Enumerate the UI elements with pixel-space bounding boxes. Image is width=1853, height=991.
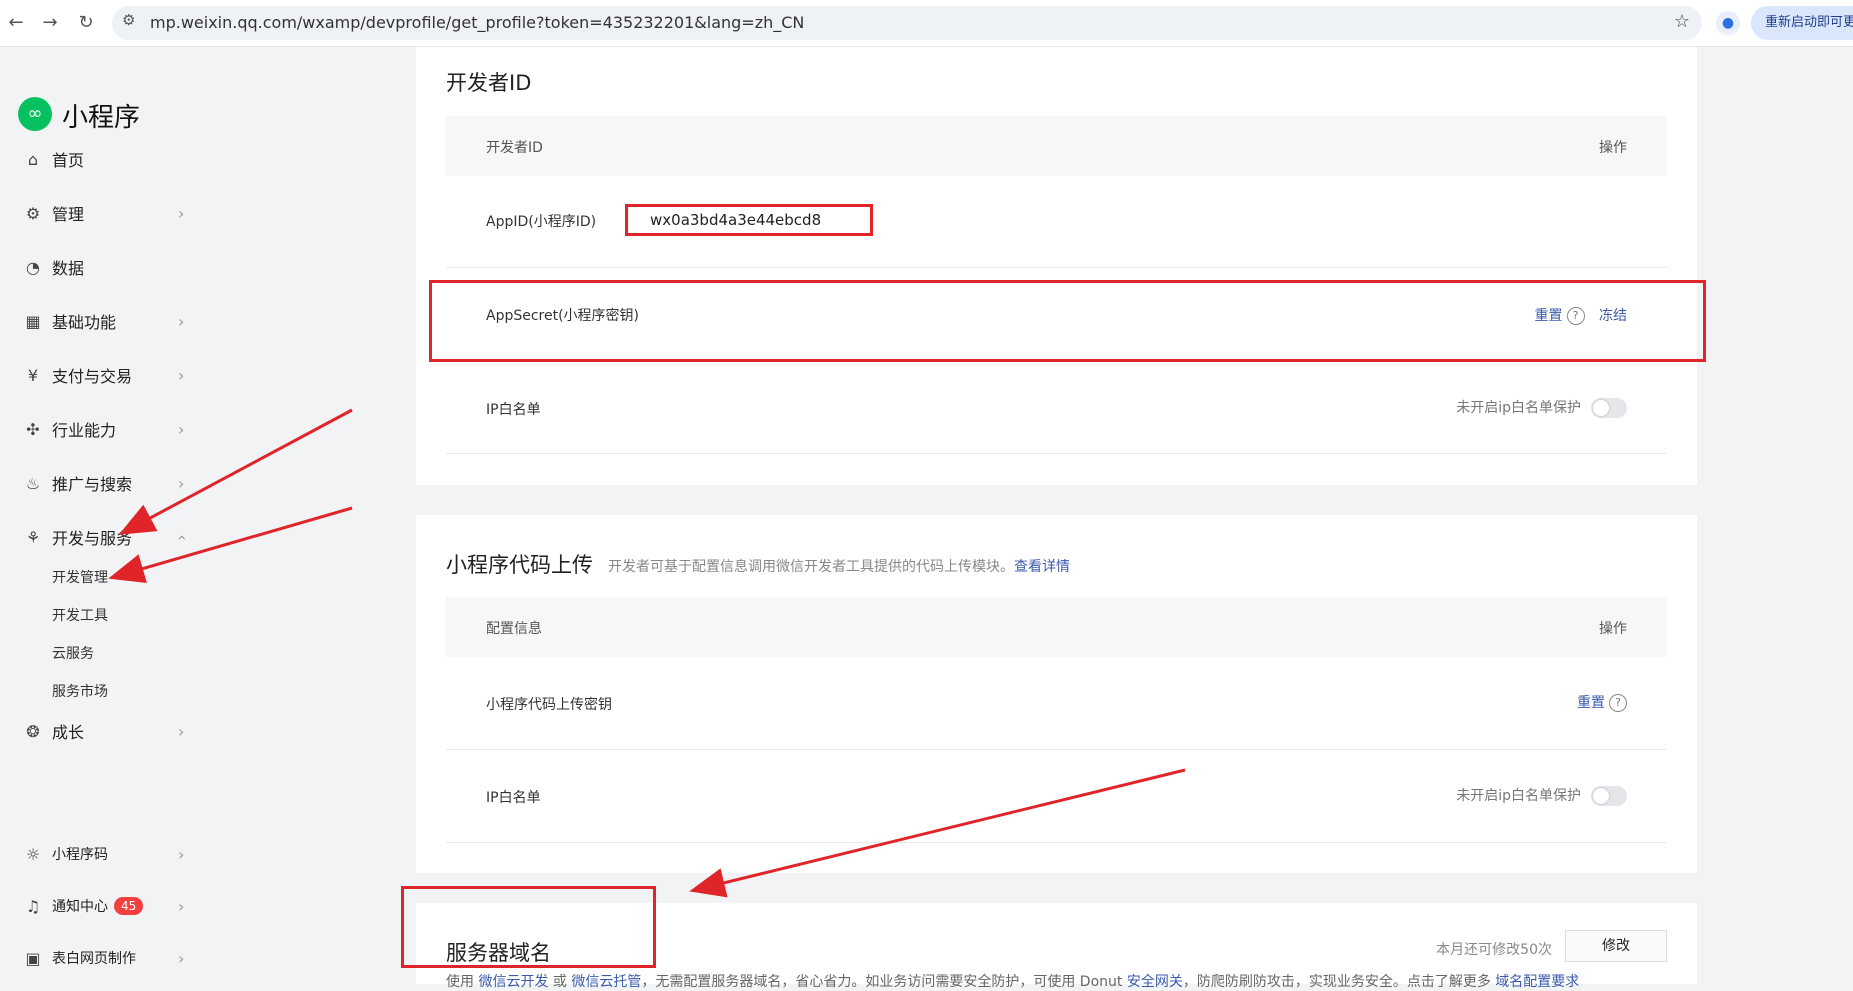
arrow-to-dev-services	[118, 408, 353, 535]
arrow-to-server-domain	[689, 768, 1186, 898]
annotation-arrows	[108, 408, 1186, 898]
